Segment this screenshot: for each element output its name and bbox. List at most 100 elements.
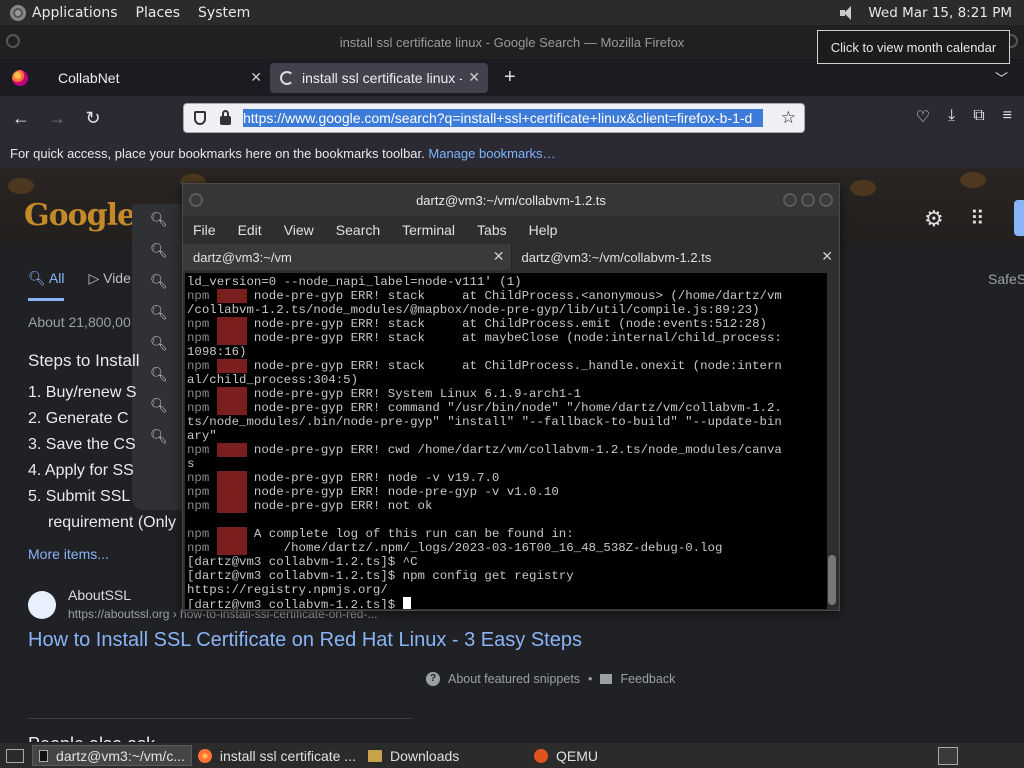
npm-prefix: npm [187,359,210,373]
terminal-tab[interactable]: dartz@vm3:~/vm ✕ [183,244,512,270]
err-badge: ERR! [216,359,247,373]
terminal-line-text: ld_version=0 --node_napi_label=node-v111… [187,275,522,289]
terminal-tab-label: dartz@vm3:~/vm [193,250,292,265]
terminal-tab[interactable]: dartz@vm3:~/vm/collabvm-1.2.ts ✕ [511,244,839,270]
err-badge: ERR! [216,541,247,555]
terminal-line-text: node-pre-gyp ERR! stack at ChildProcess.… [246,359,782,373]
lock-icon[interactable] [220,109,231,125]
err-badge: ERR! [216,471,247,485]
safesearch-toggle[interactable]: SafeS [988,271,1024,287]
url-text[interactable]: https://www.google.com/search?q=install+… [243,109,763,127]
taskbar-item-terminal[interactable]: dartz@vm3:~/vm/c... [32,745,192,766]
taskbar-item-qemu[interactable]: QEMU [528,745,688,766]
tab-google-search[interactable]: install ssl certificate linux - G ✕ [270,62,488,93]
feedback-link[interactable]: Feedback [620,672,675,686]
menu-view[interactable]: View [284,222,314,238]
more-items-link[interactable]: More items... [28,546,109,562]
tab-all[interactable]: 🔍︎ All [28,270,65,301]
terminal-line-text: node-pre-gyp ERR! stack at maybeClose (n… [246,331,782,345]
forward-arrow-icon[interactable]: → [42,108,72,129]
terminal-icon [39,749,49,762]
terminal-output[interactable]: ld_version=0 --node_napi_label=node-v111… [185,273,827,609]
tab-close-icon[interactable]: ✕ [821,248,833,265]
menu-applications[interactable]: Applications [32,5,118,21]
new-tab-icon[interactable]: + [504,66,516,89]
menu-help[interactable]: Help [529,222,558,238]
separator-dot: • [588,672,593,686]
firefox-view-icon[interactable] [12,69,28,86]
calendar-tooltip: Click to view month calendar [817,30,1010,64]
tab-close-icon[interactable]: ✕ [468,69,480,86]
pocket-icon[interactable]: ♡ [916,107,930,127]
qemu-icon [534,748,548,763]
sign-in-button[interactable] [1014,200,1024,236]
bookmark-star-icon[interactable]: ☆ [781,108,796,128]
workspace-switcher[interactable] [938,746,958,765]
tab-all-label: All [48,270,65,286]
about-featured-snippets-link[interactable]: About featured snippets [448,672,580,686]
tab-videos[interactable]: ▷ Vide [88,270,130,301]
manage-bookmarks-link[interactable]: Manage bookmarks… [428,146,555,161]
menu-file[interactable]: File [193,222,216,238]
maximize-icon[interactable] [801,193,815,207]
back-arrow-icon[interactable]: ← [6,108,36,129]
list-item: 1. Buy/renew S [28,384,137,401]
tracking-protection-icon[interactable] [194,111,206,125]
terminal-line: npm ERR! node-pre-gyp ERR! stack at mayb… [187,331,825,345]
npm-prefix: npm [187,527,210,541]
taskbar-item-firefox[interactable]: install ssl certificate ... [192,745,362,766]
terminal-line: npm ERR! node-pre-gyp ERR! node-pre-gyp … [187,485,825,499]
distro-logo-icon[interactable] [10,4,26,21]
result-title-link[interactable]: How to Install SSL Certificate on Red Ha… [28,629,582,652]
tab-label: install ssl certificate linux - G [302,69,462,86]
menu-terminal[interactable]: Terminal [402,222,455,238]
list-all-tabs-icon[interactable]: ﹀ [995,68,1008,87]
menu-places[interactable]: Places [136,5,181,21]
extensions-icon[interactable]: ⧉ [973,107,984,127]
navigation-bar: ← → ↻ https://www.google.com/search?q=in… [0,96,1024,140]
err-badge: ERR! [216,331,247,345]
terminal-line: ary" [187,429,825,443]
site-name[interactable]: AboutSSL [68,587,131,603]
window-menu-icon[interactable] [189,193,203,207]
err-badge: ERR! [216,401,247,415]
terminal-line: ld_version=0 --node_napi_label=node-v111… [187,275,825,289]
menu-search[interactable]: Search [336,222,380,238]
snippet-footer: ? About featured snippets • Feedback [426,672,675,686]
clock[interactable]: Wed Mar 15, 8:21 PM [868,5,1012,21]
doodle-decoration [850,180,876,196]
featured-snippet-title: Steps to Install [28,351,140,370]
menu-edit[interactable]: Edit [238,222,262,238]
menu-system[interactable]: System [198,5,250,21]
google-logo[interactable]: Google [24,198,136,233]
hamburger-menu-icon[interactable]: ≡ [1003,107,1012,127]
menu-tabs[interactable]: Tabs [477,222,507,238]
err-badge: ERR! [216,317,247,331]
taskbar-label: QEMU [556,747,598,764]
scrollbar-thumb[interactable] [828,555,836,605]
terminal-scrollbar[interactable] [827,275,837,607]
terminal-titlebar[interactable]: dartz@vm3:~/vm/collabvm-1.2.ts [183,184,839,216]
window-menu-icon[interactable] [6,34,20,48]
volume-icon[interactable] [838,5,858,21]
tab-close-icon[interactable]: ✕ [493,248,505,265]
reload-icon[interactable]: ↻ [78,108,108,129]
taskbar-item-downloads[interactable]: Downloads [362,745,528,766]
google-apps-icon[interactable]: ⠿ [970,206,985,231]
tab-close-icon[interactable]: ✕ [250,69,262,86]
terminal-line-text: node-pre-gyp ERR! not ok [246,499,433,513]
downloads-icon[interactable]: ⤓ [948,107,955,127]
terminal-line-text: node-pre-gyp ERR! cwd /home/dartz/vm/col… [246,443,782,457]
show-desktop-icon[interactable] [6,748,24,763]
terminal-window[interactable]: dartz@vm3:~/vm/collabvm-1.2.ts File Edit… [182,183,840,611]
npm-prefix: npm [187,317,210,331]
folder-icon [368,749,382,762]
tab-collabnet[interactable]: CollabNet ✕ [48,63,270,93]
err-badge: ERR! [216,289,247,303]
divider [28,718,412,719]
minimize-icon[interactable] [783,193,797,207]
close-icon[interactable] [819,193,833,207]
url-bar[interactable]: https://www.google.com/search?q=install+… [183,103,805,133]
terminal-line-text: node-pre-gyp ERR! stack at ChildProcess.… [246,317,767,331]
settings-gear-icon[interactable]: ⚙ [924,206,944,232]
